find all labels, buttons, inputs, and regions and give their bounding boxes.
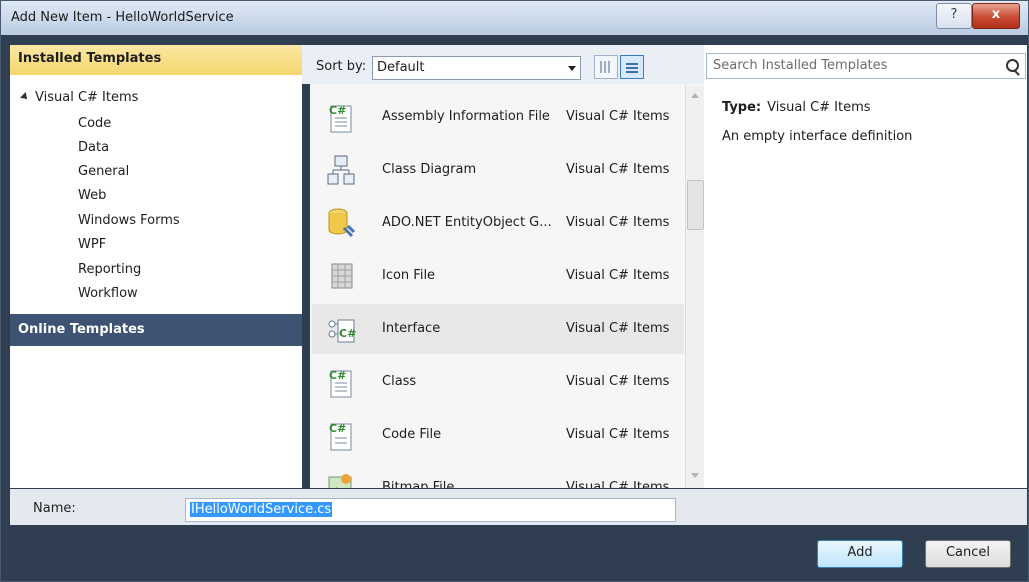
icon-file-icon: [331, 263, 353, 289]
svg-text:C#: C#: [329, 369, 346, 382]
tree-item-workflow[interactable]: Workflow: [78, 286, 138, 301]
search-placeholder: Search Installed Templates: [713, 58, 888, 73]
type-value: Visual C# Items: [767, 100, 871, 115]
interface-icon: C#: [328, 319, 356, 343]
details-view-button[interactable]: [620, 55, 644, 79]
template-description: An empty interface definition: [722, 129, 913, 144]
template-name: Class: [382, 374, 417, 389]
tree-item-visual-csharp-items[interactable]: Visual C# Items: [20, 90, 139, 105]
scrollbar-thumb[interactable]: [687, 180, 704, 230]
template-category: Visual C# Items: [566, 427, 670, 442]
template-row-assembly-info[interactable]: C# Assembly Information File Visual C# I…: [312, 92, 684, 142]
tree-item-web[interactable]: Web: [78, 188, 106, 203]
template-row-bitmap-file[interactable]: Bitmap File Visual C# Items: [312, 463, 684, 488]
search-icon[interactable]: [1006, 59, 1019, 72]
template-type-info: Type: Visual C# Items: [722, 100, 871, 115]
title-bar: Add New Item - HelloWorldService ? x: [1, 1, 1028, 35]
name-label: Name:: [33, 501, 76, 516]
tree-item-reporting[interactable]: Reporting: [78, 262, 141, 277]
csharp-code-icon: C#: [329, 422, 352, 451]
online-templates-header[interactable]: Online Templates: [10, 314, 302, 346]
svg-text:C#: C#: [329, 104, 346, 117]
chevron-down-icon: [568, 66, 576, 71]
class-diagram-icon: [327, 155, 355, 185]
template-row-icon-file[interactable]: Icon File Visual C# Items: [312, 251, 684, 301]
template-category: Visual C# Items: [566, 268, 670, 283]
template-name: ADO.NET EntityObject G...: [382, 215, 552, 230]
close-button[interactable]: x: [972, 3, 1020, 29]
online-templates-label: Online Templates: [18, 322, 145, 337]
tree-item-general[interactable]: General: [78, 164, 129, 179]
svg-text:C#: C#: [339, 327, 356, 340]
template-category: Visual C# Items: [566, 109, 670, 124]
template-name: Code File: [382, 427, 442, 442]
template-category: Visual C# Items: [566, 162, 670, 177]
installed-templates-label: Installed Templates: [18, 51, 162, 66]
small-icons-icon: [600, 61, 612, 73]
add-button[interactable]: Add: [817, 540, 903, 568]
name-field[interactable]: IHelloWorldService.cs: [185, 498, 676, 522]
template-row-ado-net[interactable]: ADO.NET EntityObject G... Visual C# Item…: [312, 198, 684, 248]
template-row-code-file[interactable]: C# Code File Visual C# Items: [312, 410, 684, 460]
template-row-interface[interactable]: C# Interface Visual C# Items: [312, 304, 684, 354]
template-category: Visual C# Items: [566, 215, 670, 230]
name-field-value: IHelloWorldService.cs: [190, 502, 333, 517]
window-title: Add New Item - HelloWorldService: [11, 10, 234, 25]
type-label: Type:: [722, 100, 762, 115]
sort-by-label: Sort by:: [316, 59, 367, 74]
help-button[interactable]: ?: [936, 3, 972, 29]
bitmap-icon: [328, 474, 352, 488]
search-installed-templates-input[interactable]: Search Installed Templates: [706, 53, 1026, 79]
template-name: Icon File: [382, 268, 436, 283]
template-name: Bitmap File: [382, 480, 455, 488]
sort-by-dropdown[interactable]: Default: [372, 56, 581, 80]
template-category: Visual C# Items: [566, 374, 670, 389]
small-icons-view-button[interactable]: [594, 55, 618, 79]
template-category: Visual C# Items: [566, 480, 670, 488]
tree-item-windows-forms[interactable]: Windows Forms: [78, 213, 180, 228]
tree-item-data[interactable]: Data: [78, 140, 109, 155]
template-row-class[interactable]: C# Class Visual C# Items: [312, 357, 684, 407]
sort-by-value: Default: [377, 60, 425, 75]
template-name: Class Diagram: [382, 162, 477, 177]
tree-item-wpf[interactable]: WPF: [78, 237, 106, 252]
csharp-class-icon: C#: [329, 369, 352, 398]
template-name: Assembly Information File: [382, 109, 550, 124]
template-list-scrollbar[interactable]: [685, 85, 704, 488]
tree-item-code[interactable]: Code: [78, 116, 111, 131]
svg-text:C#: C#: [329, 422, 346, 435]
template-name: Interface: [382, 321, 441, 336]
templates-tree-pane: [10, 45, 302, 488]
database-icon: [328, 208, 356, 238]
cancel-button[interactable]: Cancel: [925, 540, 1011, 568]
expand-arrow-icon[interactable]: [20, 92, 30, 102]
installed-templates-header[interactable]: Installed Templates: [10, 45, 302, 75]
tree-root-label: Visual C# Items: [35, 90, 139, 105]
csharp-file-icon: C#: [329, 104, 352, 133]
template-category: Visual C# Items: [566, 321, 670, 336]
template-row-class-diagram[interactable]: Class Diagram Visual C# Items: [312, 145, 684, 195]
details-list-icon: [626, 61, 638, 73]
scroll-down-arrow-icon[interactable]: [691, 473, 699, 478]
scroll-up-arrow-icon[interactable]: [691, 93, 699, 98]
